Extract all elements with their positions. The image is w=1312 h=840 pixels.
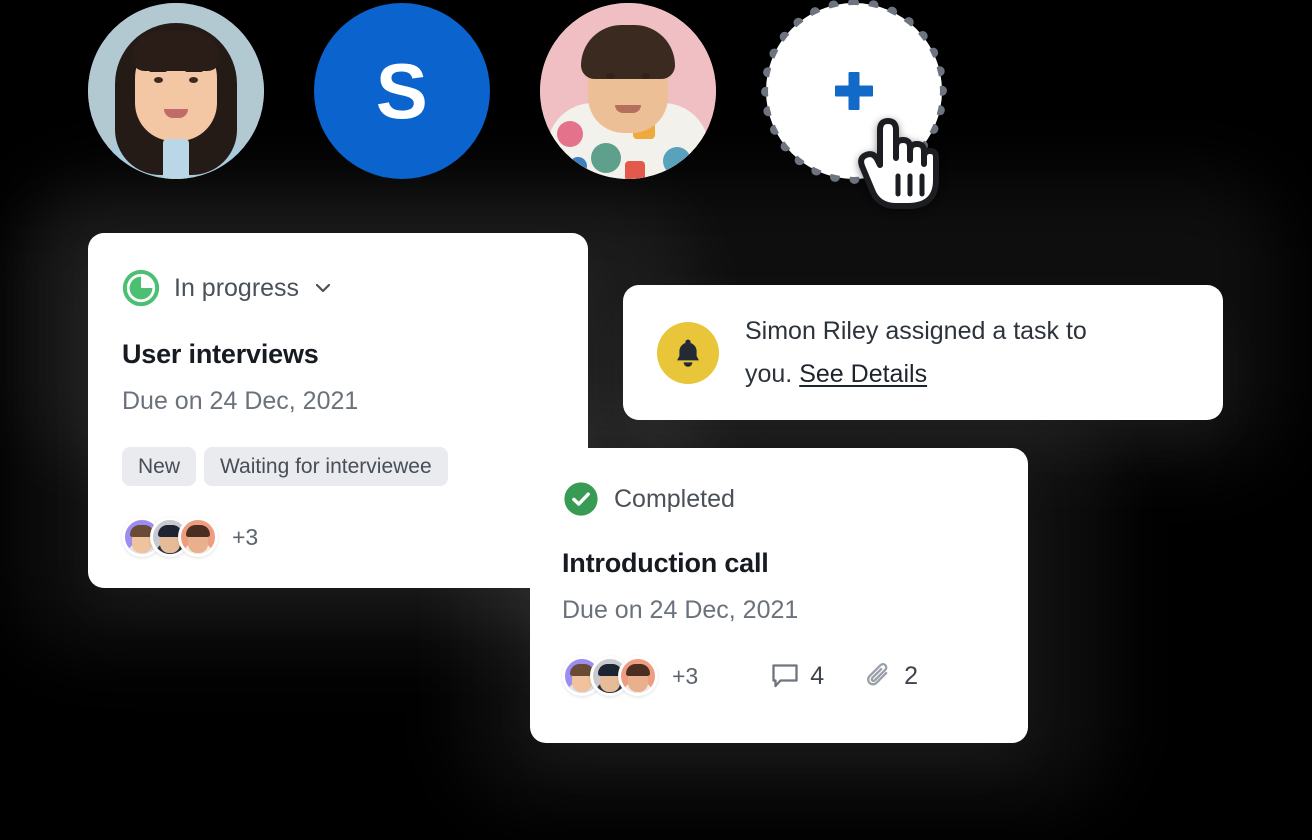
pointer-hand-cursor xyxy=(858,118,939,209)
assignee-avatar[interactable] xyxy=(618,656,658,696)
notification-message: Simon Riley assigned a task to you. See … xyxy=(745,310,1140,396)
check-circle-icon xyxy=(564,482,598,516)
bell-icon-badge xyxy=(657,321,719,384)
status-indicator: Completed xyxy=(562,480,996,518)
avatar-eye-left xyxy=(154,77,163,83)
avatar-brow-right xyxy=(637,64,655,68)
assignee-avatar-stack[interactable] xyxy=(562,656,658,696)
task-due-date: Due on 24 Dec, 2021 xyxy=(562,596,799,624)
assignee-row: +3 xyxy=(122,517,554,557)
task-card-user-interviews[interactable]: In progress User interviews Due on 24 De… xyxy=(88,233,588,588)
avatar-eye-right xyxy=(189,77,198,83)
tag-new[interactable]: New xyxy=(122,447,197,486)
comment-icon xyxy=(772,664,798,688)
status-label: In progress xyxy=(174,273,300,302)
task-due-date: Due on 24 Dec, 2021 xyxy=(122,387,359,415)
avatar-eye-left xyxy=(606,73,615,79)
member-avatar-initial[interactable]: S xyxy=(314,3,490,179)
chevron-down-icon[interactable] xyxy=(313,278,333,298)
tag-waiting-for-interviewee[interactable]: Waiting for interviewee xyxy=(204,447,448,486)
member-avatar-photo-1[interactable] xyxy=(88,3,264,179)
task-title: User interviews xyxy=(122,339,319,369)
assignee-overflow-count: +3 xyxy=(672,662,699,689)
task-meta-row: +3 4 2 xyxy=(562,656,996,696)
member-avatar-row: S xyxy=(88,0,947,184)
paperclip-icon xyxy=(867,663,888,686)
assignee-overflow-count: +3 xyxy=(232,523,259,550)
task-card-introduction-call[interactable]: Completed Introduction call Due on 24 De… xyxy=(530,448,1028,743)
avatar-eye-right xyxy=(641,73,650,79)
avatar-fringe xyxy=(132,31,220,71)
canvas: S In progress User interviews Due on 24 … xyxy=(0,0,1312,840)
avatar-brow-left xyxy=(601,64,619,68)
bell-icon xyxy=(677,339,699,367)
task-title: Introduction call xyxy=(562,548,769,578)
progress-pie-icon xyxy=(122,269,160,307)
assignee-avatar[interactable] xyxy=(178,517,218,557)
avatar-mouth xyxy=(615,105,641,113)
avatar-brow-right xyxy=(185,68,203,72)
member-avatar-photo-2[interactable] xyxy=(540,3,716,179)
comment-count: 4 xyxy=(810,661,825,690)
attachment-counter[interactable]: 2 xyxy=(864,661,918,691)
comment-counter[interactable]: 4 xyxy=(770,661,824,691)
notification-card[interactable]: Simon Riley assigned a task to you. See … xyxy=(623,285,1223,420)
tag-list: New Waiting for interviewee xyxy=(122,447,554,486)
status-selector[interactable]: In progress xyxy=(122,269,554,307)
avatar-brow-left xyxy=(149,68,167,72)
plus-icon xyxy=(831,68,877,114)
see-details-link[interactable]: See Details xyxy=(799,360,927,388)
avatar-collar xyxy=(163,139,189,179)
attachment-count: 2 xyxy=(904,661,919,690)
assignee-avatar-stack[interactable] xyxy=(122,517,218,557)
avatar-initial-letter: S xyxy=(375,47,429,135)
status-label: Completed xyxy=(614,484,735,513)
